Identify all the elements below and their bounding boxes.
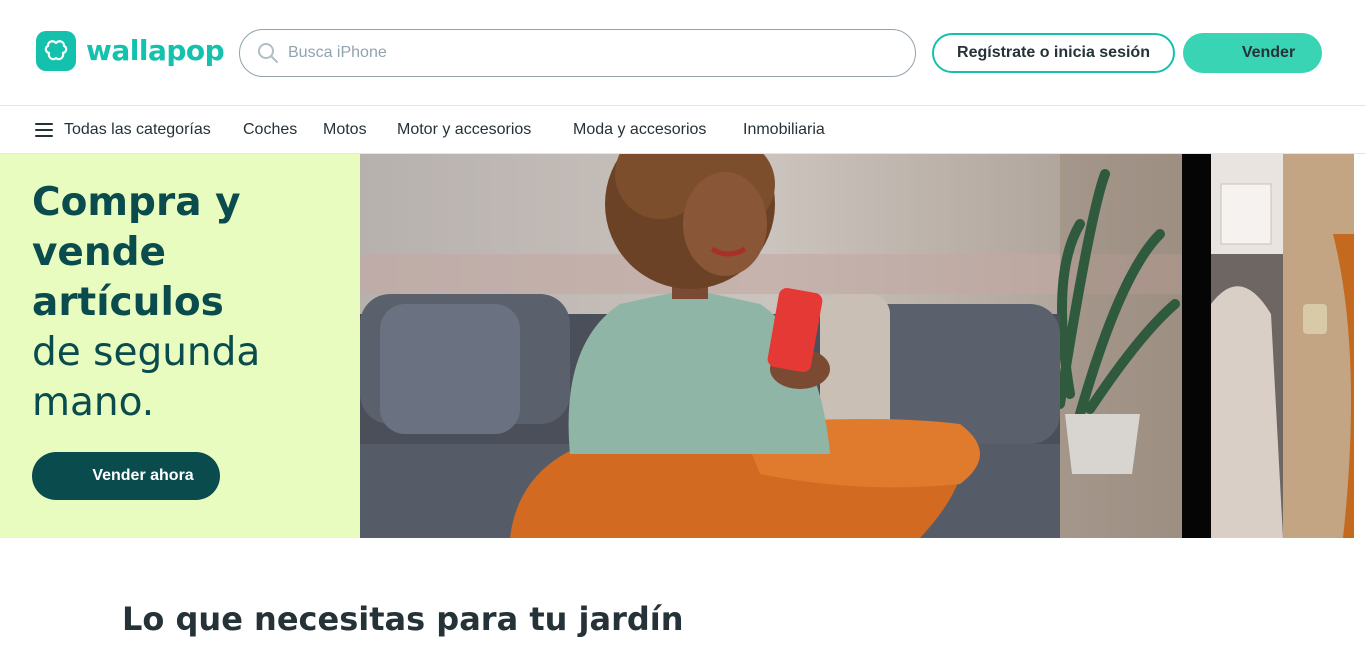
category-inmobiliaria[interactable]: Inmobiliaria [743,106,825,153]
search-icon [258,43,278,63]
category-motos[interactable]: Motos [323,106,367,153]
hero-title-line-1: Compra y [32,180,241,225]
category-motor-accesorios[interactable]: Motor y accesorios [397,106,531,153]
hero-title-line-4: mano. [32,380,155,425]
sell-button-label: Vender [1241,44,1296,61]
sell-button[interactable]: Vender [1183,33,1322,73]
search-bar[interactable] [239,29,916,77]
hero-photo-secondary [1211,154,1283,538]
search-input[interactable] [288,44,848,62]
hero-divider [1182,154,1211,538]
hero-photo [360,154,1182,538]
category-nav: Todas las categorías Coches Motos Motor … [0,106,1366,154]
all-categories-menu[interactable]: Todas las categorías [35,106,211,153]
sell-now-label: Vender ahora [92,467,194,484]
wallapop-heart-icon [36,31,76,71]
hero-photo-tertiary [1283,154,1354,538]
all-categories-label: Todas las categorías [64,120,211,138]
register-login-button[interactable]: Regístrate o inicia sesión [932,33,1175,73]
hero-title-line-2: vende artículos [32,230,224,325]
hero-title-line-3: de segunda [32,330,261,375]
section-title: Lo que necesitas para tu jardín [122,600,684,638]
site-header: wallapop Regístrate o inicia sesión Vend… [0,0,1366,106]
hero-banner: Compra y vende artículos de segunda mano… [0,154,1366,538]
category-coches[interactable]: Coches [243,106,297,153]
sell-now-button[interactable]: Vender ahora [32,452,220,500]
hamburger-menu-icon [35,122,53,137]
hero-text-panel: Compra y vende artículos de segunda mano… [0,154,360,538]
logo-wordmark: wallapop [86,34,225,67]
wallapop-logo[interactable]: wallapop [36,31,225,71]
hero-title: Compra y vende artículos de segunda mano… [32,178,352,428]
category-moda-accesorios[interactable]: Moda y accesorios [573,106,706,153]
